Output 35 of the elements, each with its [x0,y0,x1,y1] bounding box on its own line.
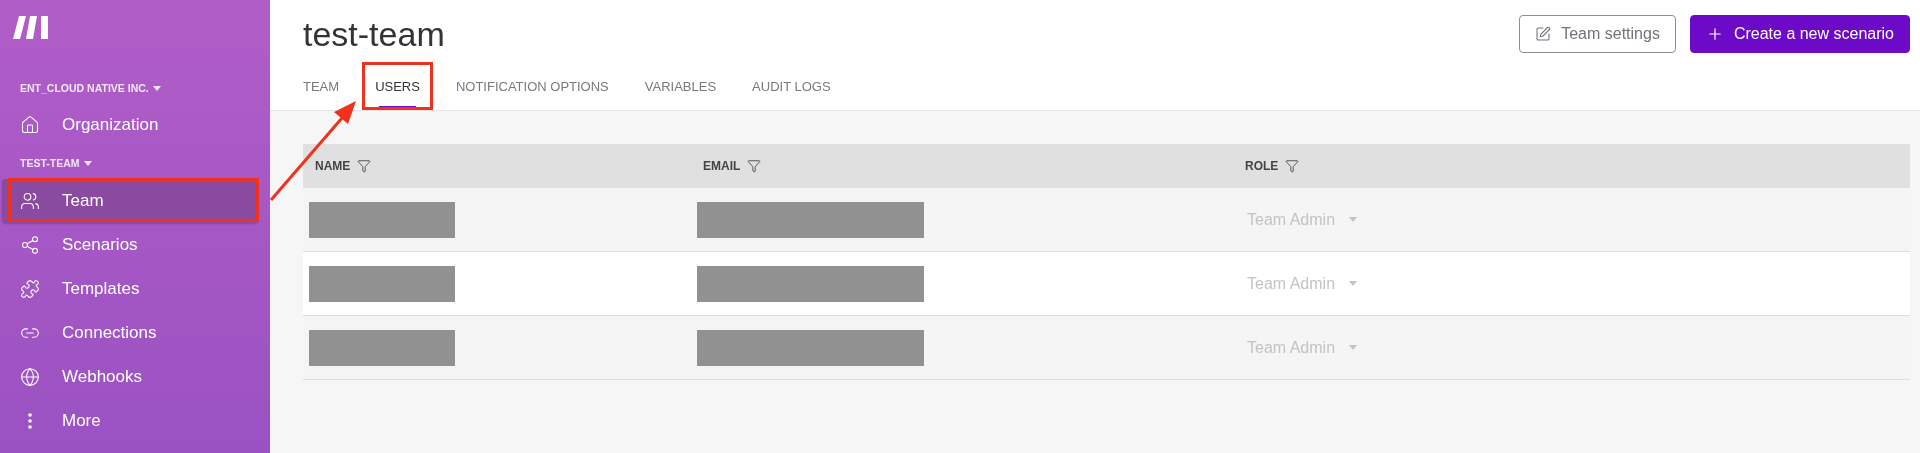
share-icon [20,235,40,255]
users-icon [20,191,40,211]
puzzle-icon [20,279,40,299]
column-header[interactable]: NAME [315,159,351,173]
tab[interactable]: AUDIT LOGS [739,62,844,110]
logo-icon[interactable] [13,14,51,40]
filter-icon[interactable] [747,159,762,173]
column-header[interactable]: EMAIL [703,159,741,173]
edit-icon [1535,26,1552,42]
home-icon [20,115,40,135]
tab[interactable]: NOTIFICATION OPTIONS [442,62,622,110]
more-icon [28,413,32,429]
sidebar-item[interactable]: Organization [2,103,258,147]
caret-icon [152,85,161,91]
sidebar-item[interactable]: Webhooks [2,355,258,399]
tab[interactable]: TEAM [303,62,353,110]
caret-icon [1349,345,1358,350]
sidebar-item[interactable]: Connections [2,311,258,355]
caret-icon [1349,217,1358,222]
create-button[interactable]: Create a new scenario [1689,15,1910,53]
column-header[interactable]: ROLE [1245,159,1279,173]
settings-button[interactable]: Team settings [1519,15,1676,53]
sidebar-item[interactable]: More [2,399,258,443]
filter-icon[interactable] [1285,159,1300,173]
tab[interactable]: VARIABLES [631,62,730,110]
caret-icon [1349,281,1358,286]
team-heading[interactable]: TEST-TEAM [20,157,270,169]
caret-icon [83,160,92,166]
globe-icon [20,367,40,387]
page-title: test-team [303,14,446,54]
sidebar-item[interactable]: Templates [2,267,258,311]
sidebar-item[interactable]: Scenarios [2,223,258,267]
sidebar-item[interactable]: Team [2,179,258,223]
organization-heading[interactable]: ENT_CLOUD NATIVE INC. [20,82,270,94]
filter-icon[interactable] [357,159,372,173]
